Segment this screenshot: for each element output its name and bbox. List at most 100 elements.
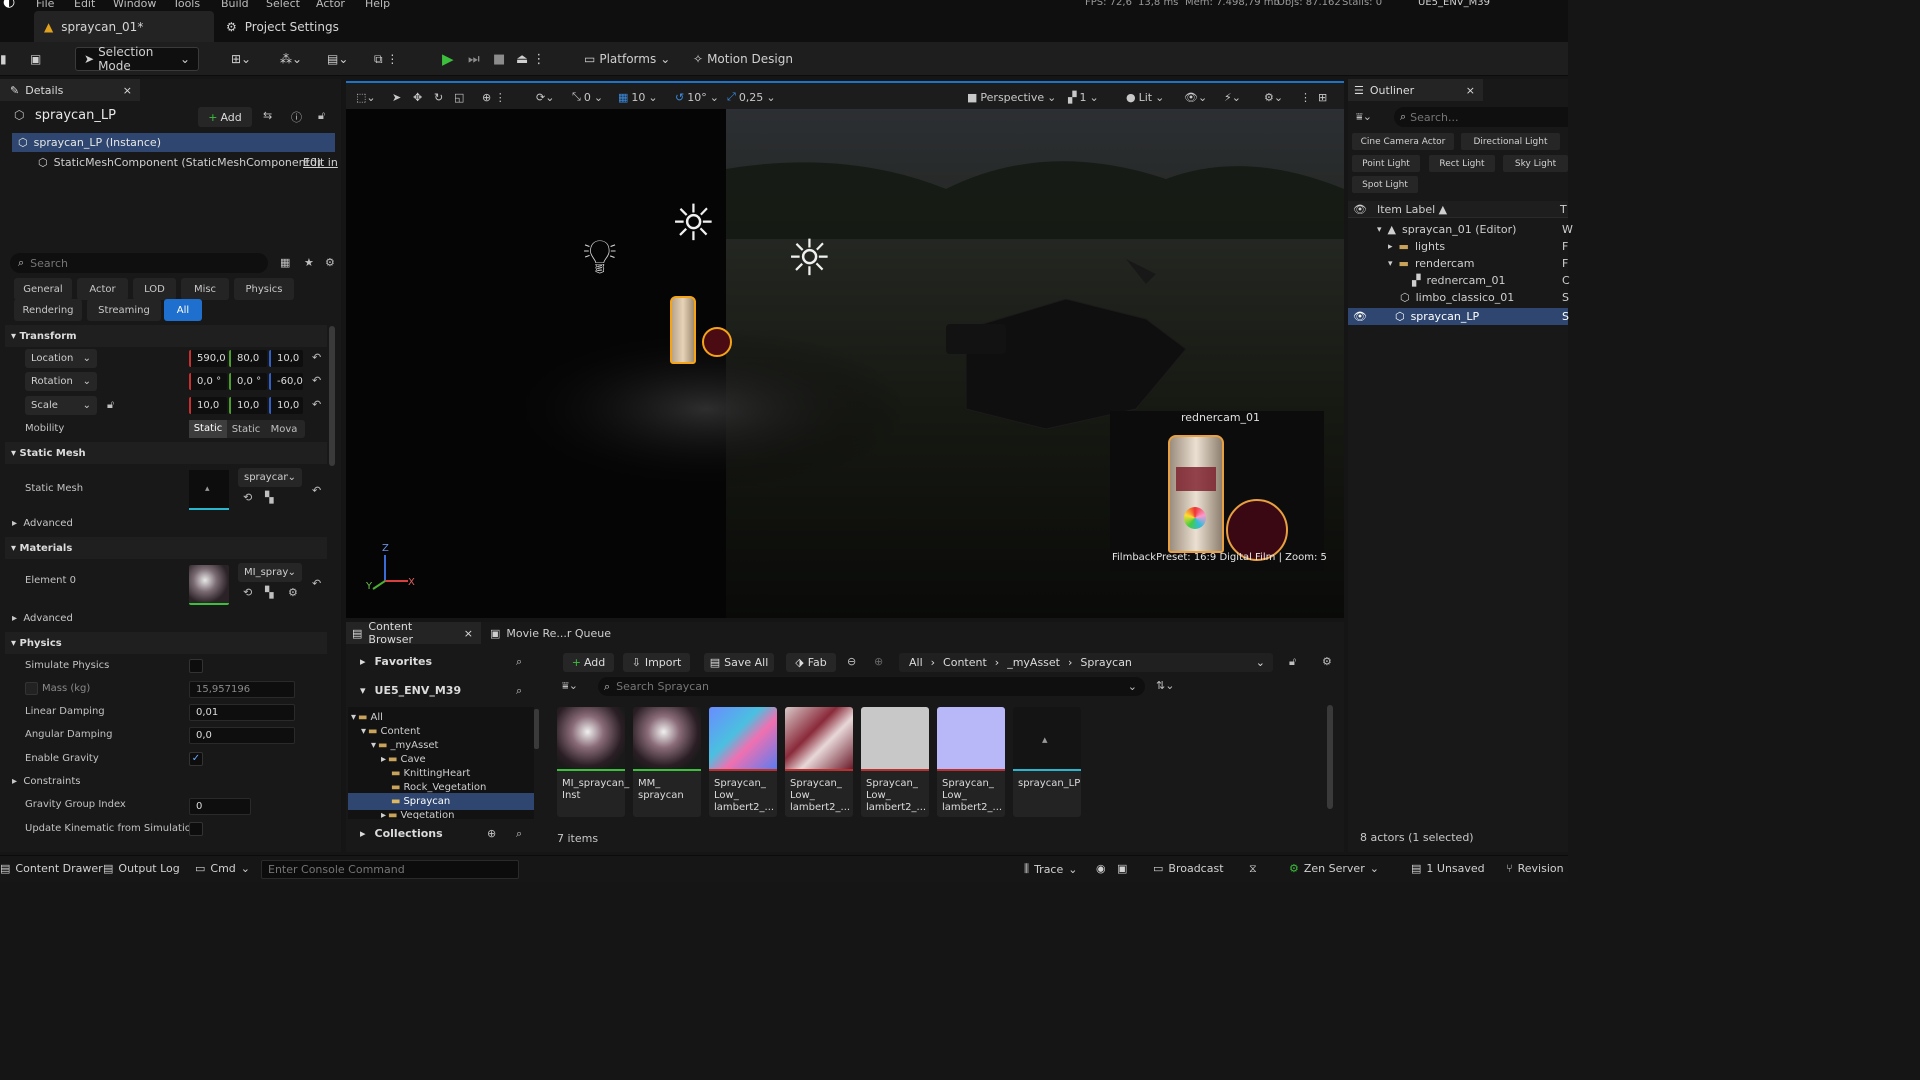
close-icon[interactable]: × <box>464 627 473 640</box>
transform-mode-icon[interactable]: ⬚⌄ <box>356 88 376 106</box>
outliner-row-lights[interactable]: ▸ ▬ lights F <box>1348 238 1568 255</box>
tab-project-settings[interactable]: ⚙ Project Settings <box>216 11 349 42</box>
outliner-search[interactable]: ⌕ <box>1394 107 1568 127</box>
content-browser-tab[interactable]: ▤ Content Browser × <box>346 620 481 646</box>
advanced-materials[interactable]: ▸ Advanced <box>12 613 73 624</box>
star-icon[interactable]: ★ <box>304 256 314 269</box>
level-viewport[interactable]: 💡︎ ☼ ☼ rednercam_01 FilmbackPreset: 16:9… <box>346 81 1344 618</box>
point-light-icon[interactable]: 💡︎ <box>583 229 617 286</box>
asset-tile[interactable]: Spraycan_ Low_ lambert2_... <box>709 707 777 817</box>
breadcrumb-all[interactable]: All <box>909 656 923 669</box>
camera-count-dropdown[interactable]: ▞ 1 ⌄ <box>1068 88 1099 106</box>
revision-control-button[interactable]: ⑂ Revision <box>1506 862 1564 875</box>
scale-dropdown[interactable]: Scale ⌄ <box>25 396 97 415</box>
enable-gravity-checkbox[interactable]: ✓ <box>189 752 203 766</box>
constraints-row[interactable]: ▸ Constraints <box>12 776 80 787</box>
asset-tile[interactable]: MI_spraycan_ Inst <box>557 707 629 817</box>
asset-tile[interactable]: Spraycan_ Low_ lambert2_... <box>937 707 1005 817</box>
tree-vegetation[interactable]: ▸ ▬ Vegetation <box>348 807 534 819</box>
asset-tile[interactable]: Spraycan_ Low_ lambert2_... <box>861 707 929 817</box>
filter-streaming[interactable]: Streaming <box>87 299 161 321</box>
snap-surface-icon[interactable]: ⟳⌄ <box>536 88 554 106</box>
mass-override-checkbox[interactable] <box>25 682 38 695</box>
help-icon[interactable]: ⓘ <box>291 109 302 125</box>
close-icon[interactable]: × <box>123 84 132 97</box>
transform-section[interactable]: ▾ Transform <box>5 325 327 347</box>
menu-help[interactable]: Help <box>365 0 390 10</box>
collections-header[interactable]: ▸ Collections <box>360 827 443 840</box>
cb-search[interactable]: ⌕ ⌄ <box>598 677 1145 696</box>
component-row[interactable]: ⬡ StaticMeshComponent (StaticMeshComponen… <box>38 156 321 169</box>
chip-directional-light[interactable]: Directional Light <box>1461 133 1560 150</box>
filter-rendering[interactable]: Rendering <box>14 299 82 321</box>
asset-tile[interactable]: Spraycan_ Low_ lambert2_... <box>785 707 853 817</box>
show-icon[interactable]: 👁︎⌄ <box>1184 88 1207 106</box>
perspective-dropdown[interactable]: ■ Perspective ⌄ <box>967 88 1056 106</box>
minimize-icon[interactable]: — <box>1543 0 1553 5</box>
table-view-icon[interactable]: ▦ <box>280 256 290 269</box>
rotation-dropdown[interactable]: Rotation ⌄ <box>25 372 97 391</box>
search-icon[interactable]: ⌕ <box>516 684 522 698</box>
browse-icon[interactable]: ⟲ <box>243 491 252 504</box>
rotation-y[interactable]: 0,0 ° <box>229 373 267 390</box>
forward-icon[interactable]: ⊕ <box>874 655 883 668</box>
directional-light-icon[interactable]: ☼ <box>671 194 716 252</box>
rotate-icon[interactable]: ↻ <box>434 88 443 106</box>
mobility-movable[interactable]: Mova <box>265 424 303 435</box>
options-icon[interactable]: ⚙ <box>288 586 298 599</box>
settings-icon[interactable]: ⚙ <box>1322 655 1332 668</box>
filter-lod[interactable]: LOD <box>133 278 176 300</box>
scale-icon[interactable]: ◱ <box>454 88 464 106</box>
scale-z[interactable]: 10,0 <box>269 397 303 414</box>
outliner-row-spraycan[interactable]: 👁︎ ⬡ spraycan_LP S <box>1348 308 1569 325</box>
eject-icon[interactable]: ⏏ ⋮ <box>516 47 545 71</box>
reset-icon[interactable]: ↶ <box>312 577 321 590</box>
cmd-dropdown[interactable]: ▭ Cmd ⌄ <box>195 862 250 875</box>
favorites-header[interactable]: ▸ Favorites <box>360 655 432 668</box>
chevron-down-icon[interactable]: ⌄ <box>1256 656 1265 669</box>
broadcast-button[interactable]: ▭ Broadcast <box>1153 862 1224 875</box>
close-icon[interactable]: × <box>1466 84 1475 97</box>
rotation-snap-control[interactable]: ↺ 10° ⌄ <box>675 88 719 106</box>
physics-section[interactable]: ▾ Physics <box>5 632 327 654</box>
grid-snap-control[interactable]: ▦ 10 ⌄ <box>618 88 658 106</box>
reset-icon[interactable]: ↶ <box>312 484 321 497</box>
move-icon[interactable]: ✥ <box>413 88 422 106</box>
menu-edit[interactable]: Edit <box>74 0 95 10</box>
use-selected-icon[interactable]: ▚ <box>265 586 273 599</box>
step-icon[interactable]: ⏭ <box>468 47 480 71</box>
screenshot-icon[interactable]: ▣ <box>1117 862 1127 875</box>
static-mesh-section[interactable]: ▾ Static Mesh <box>5 442 327 464</box>
details-search-input[interactable] <box>30 256 251 270</box>
world-local-icon[interactable]: ⊕ ⋮ <box>482 88 506 106</box>
assets-scrollbar[interactable] <box>1327 705 1333 809</box>
motion-design-button[interactable]: ✧ Motion Design <box>693 47 793 71</box>
location-dropdown[interactable]: Location ⌄ <box>25 349 97 368</box>
filter-general[interactable]: General <box>14 278 72 300</box>
snap-angle-control[interactable]: ⤡ 0 ⌄ <box>572 88 603 106</box>
type-column[interactable]: T <box>1560 203 1567 216</box>
spraycan-cap[interactable] <box>702 327 732 357</box>
select-icon[interactable]: ➤ <box>392 88 401 106</box>
filter-all[interactable]: All <box>164 299 202 321</box>
simulate-physics-checkbox[interactable] <box>189 659 203 673</box>
reset-icon[interactable]: ↶ <box>312 374 321 387</box>
output-log-button[interactable]: ▤ Output Log <box>103 862 180 875</box>
stop-icon[interactable]: ■ <box>493 47 505 71</box>
add-component-button[interactable]: + Add <box>198 107 252 127</box>
filter-physics[interactable]: Physics <box>234 278 294 300</box>
filter-misc[interactable]: Misc <box>181 278 229 300</box>
play-icon[interactable]: ▶ <box>442 47 454 71</box>
content-drawer-button[interactable]: ▤ Content Drawer <box>0 862 103 875</box>
scale-snap-control[interactable]: ⤢ 0,25 ⌄ <box>727 88 776 106</box>
scale-x[interactable]: 10,0 <box>189 397 227 414</box>
tab-level[interactable]: ▲ spraycan_01* <box>34 11 214 42</box>
search-icon[interactable]: ⌕ <box>516 655 522 669</box>
asset-tile[interactable]: MM_ spraycan <box>633 707 701 817</box>
rotation-x[interactable]: 0,0 ° <box>189 373 227 390</box>
mesh-thumbnail[interactable]: ▴ <box>189 470 229 510</box>
outliner-row-limbo[interactable]: ⬡ limbo_classico_01 S <box>1348 289 1569 306</box>
sort-icon[interactable]: ⇅⌄ <box>1156 679 1174 692</box>
content-icon[interactable]: ▣ <box>30 47 41 71</box>
outliner-tab[interactable]: ☰ Outliner × <box>1348 79 1483 101</box>
